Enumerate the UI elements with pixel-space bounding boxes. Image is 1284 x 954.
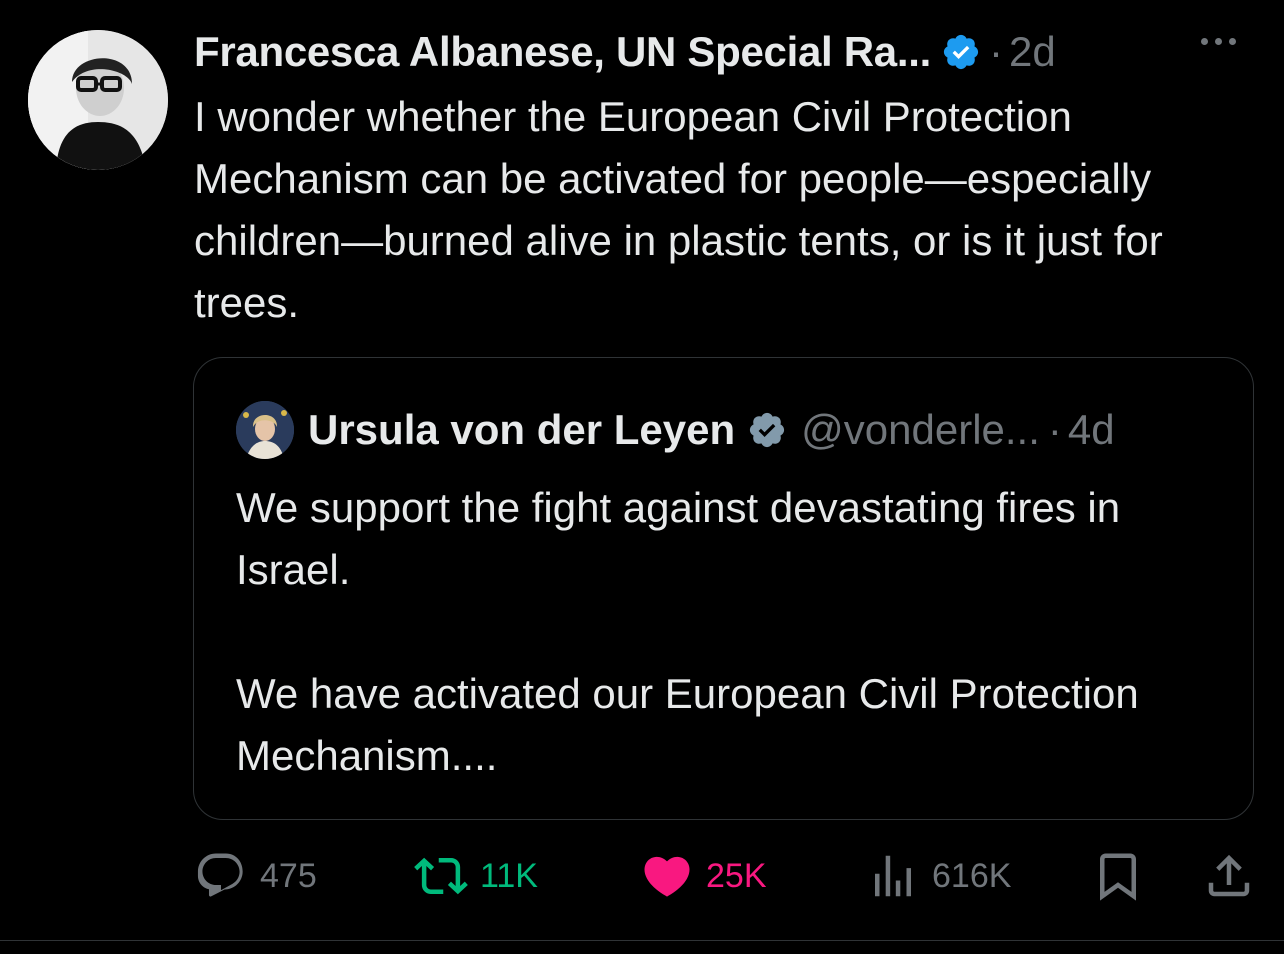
verified-badge-icon (941, 32, 981, 72)
author-name[interactable]: Francesca Albanese, UN Special Ra... (194, 28, 931, 76)
views-button[interactable]: 616K (866, 846, 1011, 906)
quoted-tweet-header: Ursula von der Leyen @vonderle... · 4d (236, 400, 1115, 460)
separator-dot: · (1047, 406, 1062, 453)
repost-count: 11K (480, 856, 538, 895)
share-button[interactable] (1202, 846, 1256, 906)
quoted-tweet-text: We support the fight against devastating… (236, 477, 1236, 787)
like-count: 25K (706, 856, 767, 895)
verified-badge-icon (747, 410, 787, 450)
bookmark-icon (1100, 853, 1136, 901)
more-options-icon[interactable] (1201, 38, 1236, 45)
profile-photo-icon (236, 401, 294, 459)
analytics-icon (875, 855, 911, 897)
separator-dot: · (988, 28, 1003, 75)
reply-button[interactable]: 475 (194, 846, 317, 906)
quoted-paragraph: We support the fight against devastating… (236, 484, 1121, 593)
like-button[interactable]: 25K (640, 846, 767, 906)
tweet-time[interactable]: 2d (1009, 28, 1056, 76)
quoted-author-handle[interactable]: @vonderle... (801, 406, 1040, 454)
quoted-paragraph: We have activated our European Civil Pro… (236, 670, 1139, 779)
reply-count: 475 (260, 856, 317, 895)
views-count: 616K (932, 856, 1012, 895)
quoted-tweet-time[interactable]: 4d (1068, 406, 1115, 454)
tweet[interactable]: Francesca Albanese, UN Special Ra... · 2… (0, 0, 1284, 954)
author-avatar[interactable] (28, 30, 168, 170)
repost-button[interactable]: 11K (414, 846, 538, 906)
bookmark-button[interactable] (1091, 846, 1145, 906)
tweet-header: Francesca Albanese, UN Special Ra... · 2… (194, 24, 1254, 80)
reply-icon (197, 853, 243, 897)
quoted-author-avatar[interactable] (236, 401, 294, 459)
heart-icon (644, 856, 690, 897)
tweet-actions: 475 11K 25K 616K (194, 846, 1254, 906)
quoted-tweet[interactable]: Ursula von der Leyen @vonderle... · 4d W… (193, 357, 1254, 820)
tweet-text: I wonder whether the European Civil Prot… (194, 93, 1163, 326)
share-icon (1208, 854, 1250, 897)
repost-icon (414, 857, 468, 895)
profile-photo-icon (28, 30, 168, 170)
quoted-author-name[interactable]: Ursula von der Leyen (308, 406, 735, 454)
divider (0, 940, 1284, 941)
